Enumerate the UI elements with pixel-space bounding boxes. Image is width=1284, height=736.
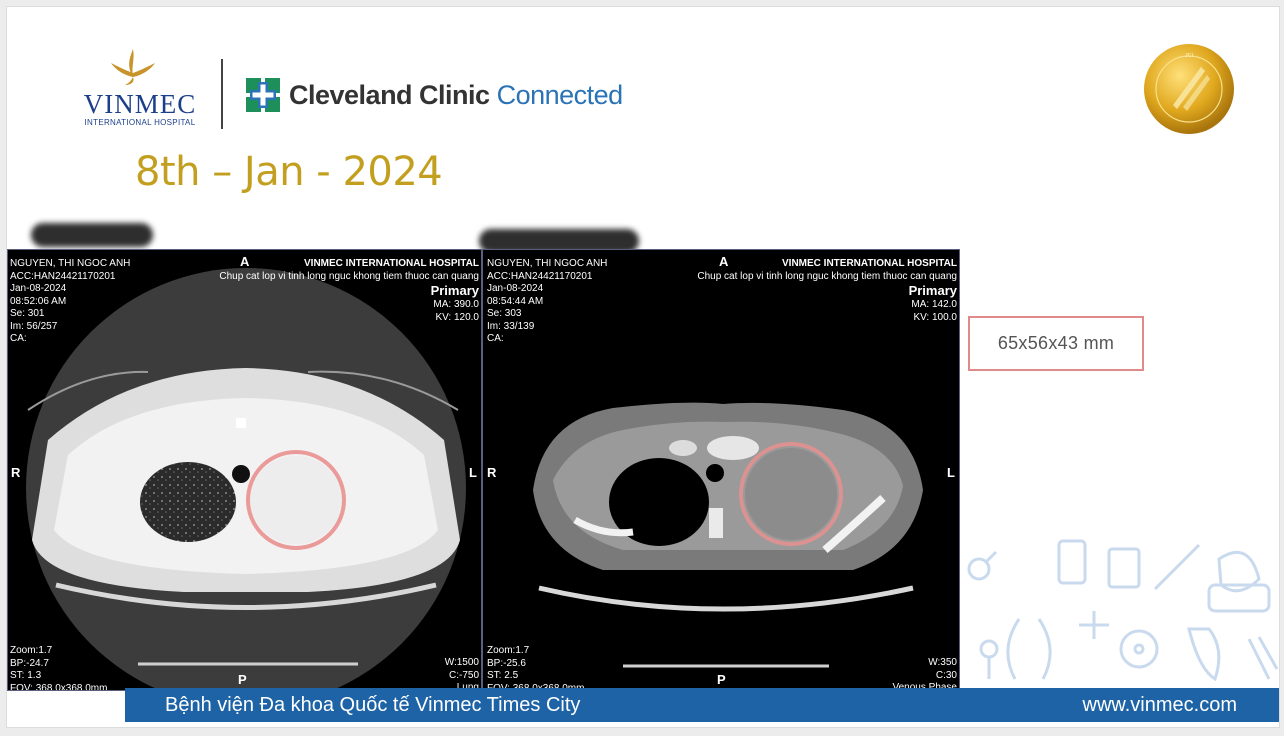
tumor-measurement-box: 65x56x43 mm	[968, 316, 1144, 371]
orientation-bottom: P	[238, 672, 247, 687]
image-number: Im: 33/139	[487, 320, 535, 332]
vinmec-subtitle: INTERNATIONAL HOSPITAL	[84, 118, 196, 127]
series-number: Se: 301	[10, 308, 45, 319]
orientation-right: L	[947, 465, 955, 480]
jci-seal-icon: JCI	[1144, 44, 1234, 134]
fov-value: FOV: 368.0x368.0mm	[10, 682, 108, 691]
orientation-right: L	[469, 465, 477, 480]
footer-hospital-name: Bệnh viện Đa khoa Quốc tế Vinmec Times C…	[165, 694, 581, 716]
orientation-left: R	[11, 465, 21, 480]
series-number: Se: 303	[487, 308, 522, 319]
ct-image-lung-window[interactable]: NGUYEN, THI NGOC ANH ACC:HAN24421170201 …	[7, 249, 482, 691]
study-time: 08:52:06 AM	[10, 295, 67, 307]
slide: VINMEC INTERNATIONAL HOSPITAL Cleveland …	[6, 6, 1280, 728]
study-time: 08:54:44 AM	[487, 295, 544, 307]
zoom-value: Zoom:1.7	[10, 645, 53, 656]
patient-name: NGUYEN, THI NGOC ANH	[10, 258, 131, 269]
orientation-left: R	[487, 465, 497, 480]
page-title: 8th – Jan - 2024	[135, 149, 443, 195]
ma-value: MA: 142.0	[911, 299, 957, 310]
kv-value: KV: 120.0	[435, 311, 479, 323]
ca-label: CA:	[487, 333, 504, 344]
logo-divider	[221, 59, 223, 129]
footer-website-link[interactable]: www.vinmec.com	[1083, 694, 1237, 717]
ma-value: MA: 390.0	[433, 299, 479, 310]
vinmec-logo: VINMEC INTERNATIONAL HOSPITAL	[65, 47, 215, 131]
vinmec-wordmark: VINMEC	[83, 89, 197, 119]
hospital-name: VINMEC INTERNATIONAL HOSPITAL	[782, 258, 957, 269]
slice-thickness: ST: 1.3	[10, 670, 42, 681]
study-description: Chup cat lop vi tinh long nguc khong tie…	[697, 270, 957, 282]
window-width: W:350	[928, 657, 957, 668]
ct-image-venous-phase[interactable]: NGUYEN, THI NGOC ANH ACC:HAN24421170201 …	[482, 249, 960, 691]
window-width: W:1500	[444, 657, 479, 668]
cleveland-clinic-logo: Cleveland Clinic Connected	[246, 77, 623, 113]
cleveland-clinic-connected: Connected	[496, 79, 624, 110]
medical-icons-watermark	[967, 539, 1279, 682]
cleveland-clinic-cross-icon	[246, 78, 280, 112]
kv-value: KV: 100.0	[913, 311, 957, 323]
slice-thickness: ST: 2.5	[487, 670, 519, 681]
ca-label: CA:	[10, 333, 27, 344]
hospital-name: VINMEC INTERNATIONAL HOSPITAL	[304, 258, 479, 269]
window-center: C:30	[935, 669, 957, 681]
bp-value: BP:-24.7	[10, 657, 49, 669]
zoom-value: Zoom:1.7	[487, 645, 530, 656]
orientation-bottom: P	[717, 672, 726, 687]
study-date: Jan-08-2024	[487, 283, 544, 294]
series-type: Primary	[430, 283, 479, 298]
svg-text:JCI: JCI	[1185, 53, 1194, 59]
accession-number: ACC:HAN24421170201	[10, 270, 116, 282]
vinmec-phoenix-icon	[111, 49, 155, 85]
window-center: C:-750	[448, 669, 479, 681]
footer-bar: Bệnh viện Đa khoa Quốc tế Vinmec Times C…	[125, 688, 1279, 722]
cleveland-clinic-name: Cleveland Clinic	[289, 79, 490, 110]
accession-number: ACC:HAN24421170201	[487, 270, 593, 282]
bp-value: BP:-25.6	[487, 657, 526, 669]
patient-name: NGUYEN, THI NGOC ANH	[487, 258, 608, 269]
image-number: Im: 56/257	[10, 320, 58, 332]
study-description: Chup cat lop vi tinh long nguc khong tie…	[219, 270, 479, 282]
study-date: Jan-08-2024	[10, 283, 67, 294]
redaction-blob	[31, 223, 153, 247]
series-type: Primary	[908, 283, 957, 298]
